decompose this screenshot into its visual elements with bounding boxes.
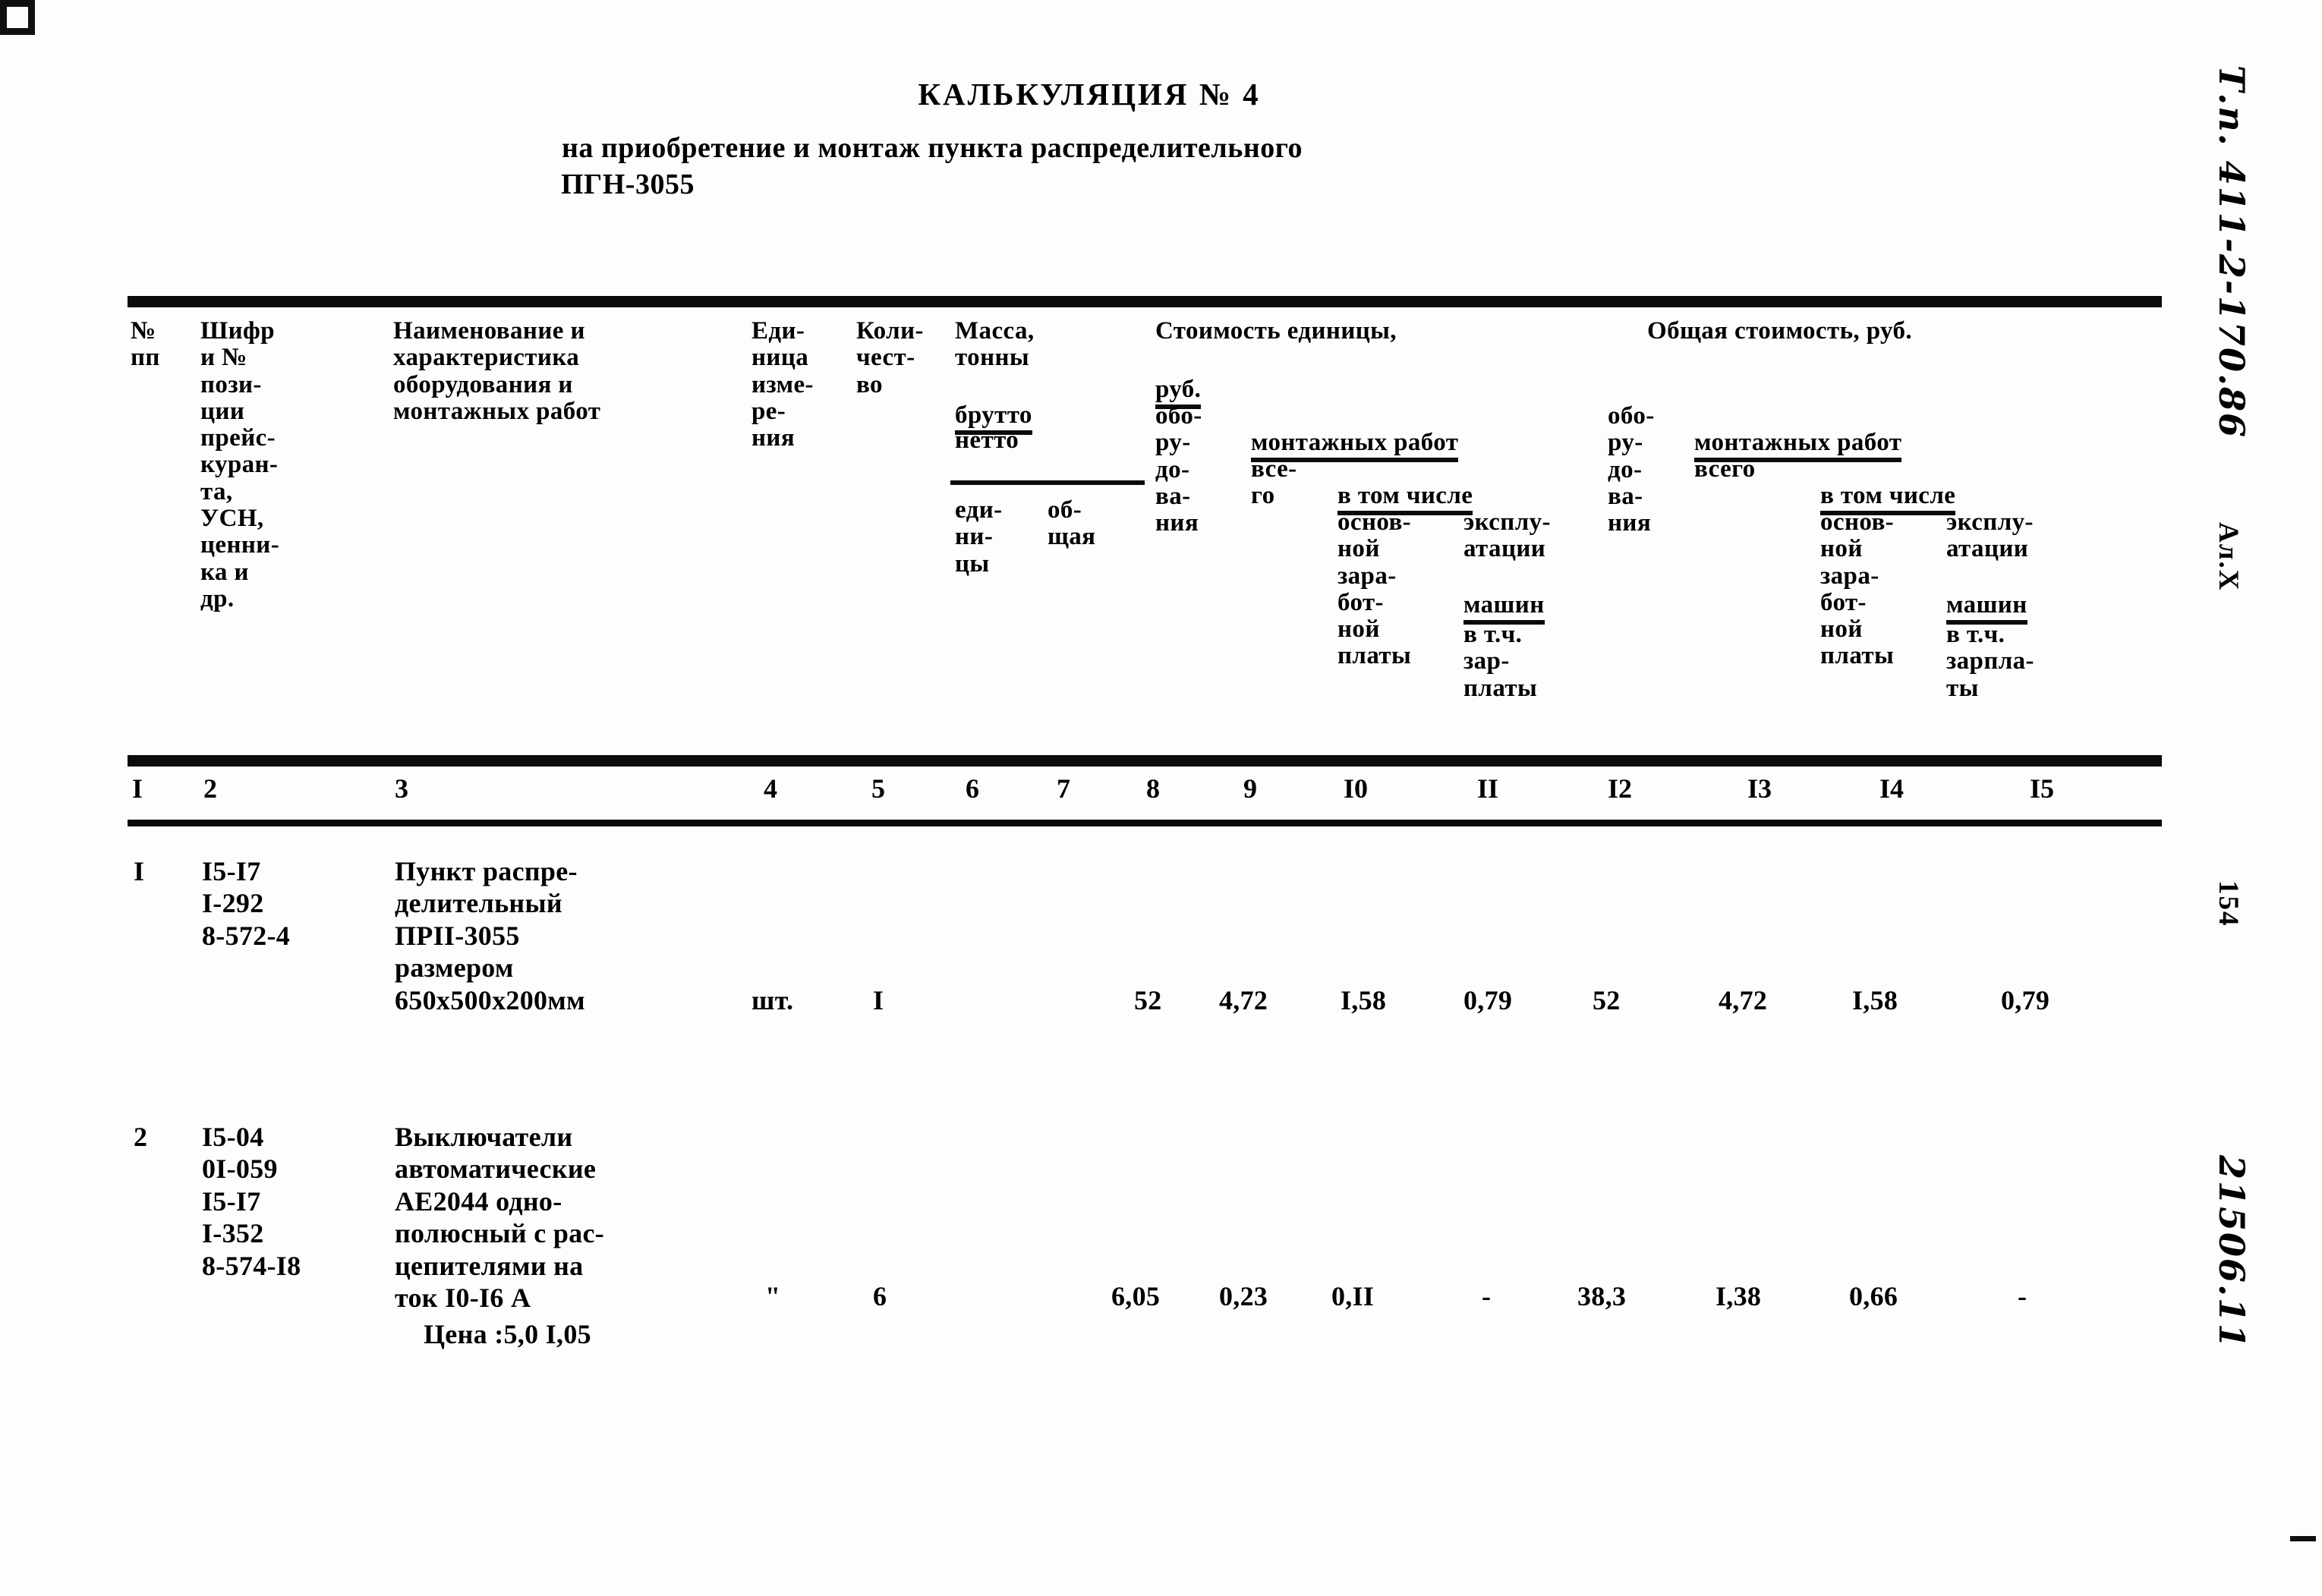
row-2-col-11: - [1482, 1281, 1492, 1311]
header-col-1: № пп [131, 317, 160, 372]
column-number-12: I2 [1608, 773, 1633, 804]
header-mass-divider [950, 480, 1145, 485]
subtitle-line-1: на приобретение и монтаж пункта распреде… [562, 132, 1303, 164]
row-1-col-14: I,58 [1852, 985, 1898, 1015]
row-2-col-10: 0,II [1331, 1281, 1375, 1311]
table-top-rule [128, 296, 2162, 303]
header-unit-vtch: в том числе [1337, 456, 1473, 515]
header-unit-cost-rub: руб. [1155, 350, 1202, 409]
column-number-2: 2 [203, 773, 217, 804]
header-mass-group: Масса, тонны [955, 317, 1035, 372]
column-number-8: 8 [1146, 773, 1160, 804]
column-number-10: I0 [1344, 773, 1369, 804]
header-mass-brutto: брутто [955, 376, 1032, 435]
row-1-col-8: 52 [1134, 985, 1162, 1015]
header-unit-cost-group: Стоимость единицы, [1155, 317, 1397, 345]
header-total-vtch: в том числе [1820, 456, 1956, 515]
header-col-11-machines-label: машин [1463, 592, 1545, 625]
row-2-col-13: I,38 [1716, 1281, 1762, 1311]
title-block: КАЛЬКУЛЯЦИЯ № 4 на приобретение и монтаж… [0, 76, 2148, 203]
header-col-15-line1: эксплу- атации [1946, 508, 2034, 563]
row-2-col-9: 0,23 [1219, 1281, 1268, 1311]
column-number-14: I4 [1879, 773, 1905, 804]
row-1-number: I [134, 856, 145, 886]
column-number-4: 4 [764, 773, 777, 804]
row-1-unit: шт. [751, 985, 794, 1015]
header-col-15-line3: в т.ч. зарпла- ты [1946, 621, 2034, 702]
margin-page-number: 154 [2213, 880, 2244, 927]
calculation-table: № пп Шифр и № пози- ции прейс- куран- та… [128, 296, 2162, 1434]
row-2-col-15: - [2018, 1281, 2027, 1311]
header-mass-unit: еди- ни- цы [955, 496, 1003, 578]
row-1-col-12: 52 [1593, 985, 1621, 1015]
header-col-8: обо- ру- до- ва- ния [1155, 402, 1202, 537]
column-number-9: 9 [1243, 773, 1257, 804]
row-2-col-8: 6,05 [1111, 1281, 1161, 1311]
document-subtitle: на приобретение и монтаж пункта распреде… [561, 131, 2148, 203]
row-1-description: Пункт распре- делительный ПРII-3055 разм… [395, 856, 585, 1015]
header-mass-netto: нетто [955, 427, 1019, 454]
row-2-unit: " [765, 1281, 781, 1311]
row-1-col-13: 4,72 [1719, 985, 1768, 1015]
row-1-col-10: I,58 [1341, 985, 1387, 1015]
header-col-13: всего [1694, 455, 1756, 483]
header-mass-total: об- щая [1048, 496, 1096, 551]
row-2-description: Выключатели автоматические АЕ2044 одно- … [395, 1122, 605, 1314]
row-1-code: I5-I7 I-292 8-572-4 [202, 856, 291, 951]
subtitle-line-2: ПГН-3055 [561, 168, 695, 200]
header-col-12: обо- ру- до- ва- ния [1608, 402, 1655, 537]
header-col-14: основ- ной зара- бот- ной платы [1820, 508, 1895, 670]
row-1-quantity: I [873, 985, 884, 1015]
header-col-4: Еди- ница изме- ре- ния [751, 317, 814, 452]
margin-sheet-label: Ал.Х [2213, 522, 2244, 592]
document-page: КАЛЬКУЛЯЦИЯ № 4 на приобретение и монтаж… [0, 0, 2322, 1596]
row-2-code: I5-04 0I-059 I5-I7 I-352 8-574-I8 [202, 1122, 301, 1281]
margin-archive-number-handwritten: 21506.11 [2211, 1155, 2252, 1350]
column-number-bottom-rule [128, 820, 2162, 826]
header-bottom-rule [128, 755, 2162, 762]
column-number-row: I 2 3 4 5 6 7 8 9 I0 II I2 I3 I4 I5 [128, 767, 2162, 820]
column-number-11: II [1477, 773, 1499, 804]
column-number-3: 3 [395, 773, 408, 804]
row-1-col-11: 0,79 [1463, 985, 1513, 1015]
header-col-3: Наименование и характеристика оборудован… [393, 317, 601, 425]
header-col-10: основ- ной зара- бот- ной платы [1337, 508, 1412, 670]
column-number-15: I5 [2030, 773, 2055, 804]
header-unit-montazh: монтажных работ [1251, 403, 1459, 462]
row-1-col-9: 4,72 [1219, 985, 1268, 1015]
row-2-price-note: Цена :5,0 I,05 [424, 1319, 591, 1349]
header-col-9: все- го [1251, 455, 1297, 510]
header-col-11-line2: машин [1463, 565, 1545, 625]
row-2-col-14: 0,66 [1849, 1281, 1898, 1311]
header-total-cost-group: Общая стоимость, руб. [1647, 317, 1913, 345]
header-col-15-machines-label: машин [1946, 592, 2027, 625]
column-number-7: 7 [1057, 773, 1070, 804]
right-margin-annotations: Т.п. 411-2-170.86 Ал.Х 154 21506.11 [2163, 0, 2322, 1596]
row-2-quantity: 6 [873, 1281, 887, 1311]
column-number-13: I3 [1747, 773, 1772, 804]
table-header: № пп Шифр и № пози- ции прейс- куран- та… [128, 307, 2162, 755]
header-col-15-line2: машин [1946, 565, 2027, 625]
table-body: I I5-I7 I-292 8-572-4 Пункт распре- дели… [128, 826, 2162, 1434]
document-title: КАЛЬКУЛЯЦИЯ № 4 [918, 77, 1261, 112]
row-2-col-12: 38,3 [1577, 1281, 1627, 1311]
header-col-2: Шифр и № пози- ции прейс- куран- та, УСН… [200, 317, 280, 612]
row-1-col-15: 0,79 [2001, 985, 2050, 1015]
registration-mark-bottom-right [0, 0, 35, 35]
margin-project-code-handwritten: Т.п. 411-2-170.86 [2211, 65, 2252, 439]
column-number-1: I [132, 773, 143, 804]
column-number-5: 5 [871, 773, 885, 804]
row-2-number: 2 [134, 1122, 148, 1152]
header-col-11-line3: в т.ч. зар- платы [1463, 621, 1538, 702]
header-col-5: Коли- чест- во [856, 317, 924, 398]
header-total-montazh: монтажных работ [1694, 403, 1902, 462]
header-col-11-line1: эксплу- атации [1463, 508, 1551, 563]
column-number-6: 6 [966, 773, 979, 804]
